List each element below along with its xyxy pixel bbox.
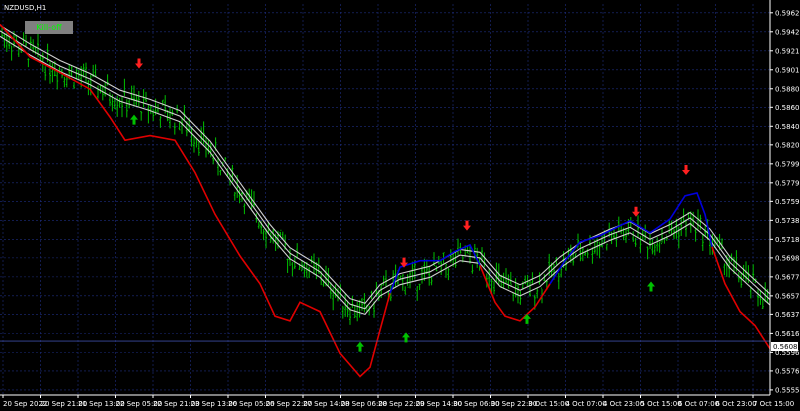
price-tick-label: 0.55760 (775, 367, 800, 375)
price-tick-label: 0.57180 (775, 236, 800, 244)
price-tick-label: 0.56775 (775, 273, 800, 281)
price-tick-label: 0.56165 (775, 330, 800, 338)
price-tick-label: 0.57790 (775, 179, 800, 187)
time-tick-label: 3 Oct 15:00 (528, 400, 569, 408)
price-chart[interactable]: 0.59625 0.59420 0.59215 0.59010 0.58805 0.586… (0, 0, 800, 411)
time-tick-label: 4 Oct 07:00 (566, 400, 607, 408)
current-price-label: 0.56082 (773, 343, 800, 351)
price-tick-label: 0.59625 (775, 9, 800, 17)
price-tick-label: 0.57385 (775, 217, 800, 225)
price-tick-label: 0.56980 (775, 254, 800, 262)
price-tick-label: 0.59010 (775, 66, 800, 74)
time-tick-label: 6 Oct 07:00 (678, 400, 719, 408)
price-tick-label: 0.58400 (775, 123, 800, 131)
time-tick-label: 4 Oct 23:00 (603, 400, 644, 408)
time-tick-label: 6 Oct 23:00 (716, 400, 757, 408)
price-tick-label: 0.57995 (775, 160, 800, 168)
price-tick-label: 0.55555 (775, 386, 800, 394)
symbol-title: NZDUSD,H1 (4, 4, 46, 12)
price-tick-label: 0.59420 (775, 28, 800, 36)
price-tick-label: 0.58605 (775, 104, 800, 112)
kill-off-button[interactable]: Kill-off (25, 21, 73, 34)
time-tick-label: 7 Oct 15:00 (753, 400, 794, 408)
time-tick-label: 5 Oct 15:00 (641, 400, 682, 408)
price-tick-label: 0.57590 (775, 198, 800, 206)
price-tick-label: 0.58200 (775, 141, 800, 149)
price-tick-label: 0.58805 (775, 85, 800, 93)
price-tick-label: 0.56570 (775, 292, 800, 300)
chart-background (0, 0, 800, 411)
price-tick-label: 0.56370 (775, 311, 800, 319)
price-tick-label: 0.59215 (775, 47, 800, 55)
